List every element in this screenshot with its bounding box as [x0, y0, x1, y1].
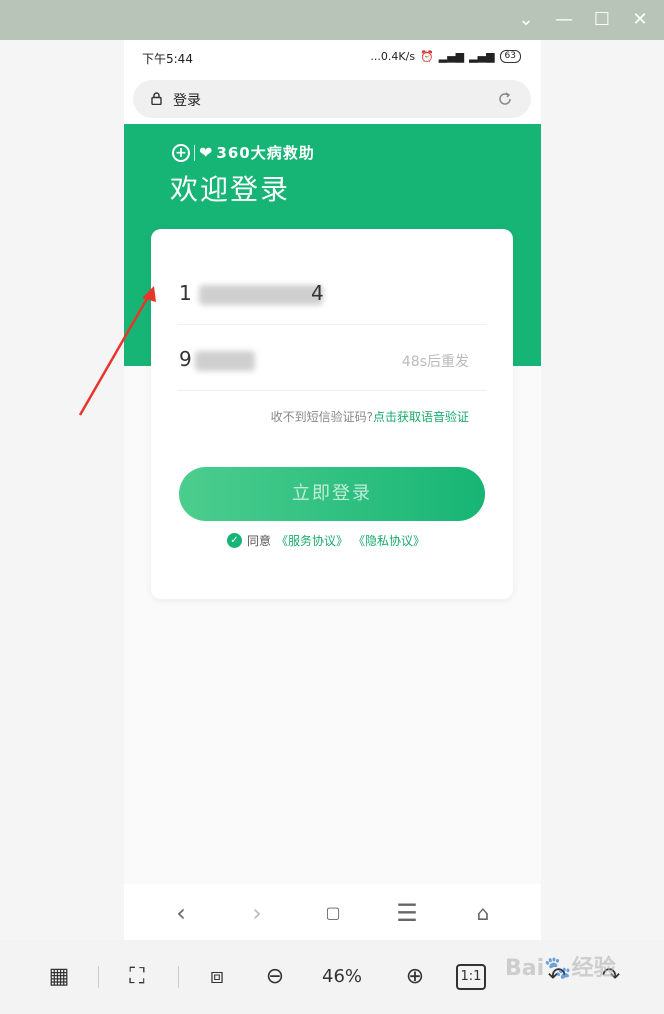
- watermark: Bai🐾经验: [505, 956, 616, 981]
- phone-field[interactable]: 1 4: [177, 259, 487, 325]
- service-agreement-link[interactable]: 《服务协议》: [276, 532, 348, 549]
- brand-logo: + ❤ 360大病救助: [172, 142, 315, 163]
- blurred-phone-digits: [199, 285, 323, 305]
- phone-screenshot: 下午5:44 ...0.4K/s ⏰ ▂▄▆ ▂▄▆ 63 登录 + ❤ 360…: [124, 40, 541, 942]
- heart-icon: ❤: [199, 143, 213, 162]
- agreement-row: ✓ 同意 《服务协议》 《隐私协议》: [227, 532, 425, 549]
- privacy-agreement-link[interactable]: 《隐私协议》: [353, 532, 425, 549]
- page-title: 欢迎登录: [170, 173, 291, 206]
- fit-window-icon[interactable]: ⧈: [200, 960, 234, 994]
- close-button[interactable]: ✕: [626, 6, 654, 34]
- code-value: 9: [179, 347, 193, 371]
- plus-icon: +: [172, 143, 190, 162]
- voice-code-link[interactable]: 点击获取语音验证: [373, 410, 469, 424]
- zoom-in-icon[interactable]: ⊕: [398, 960, 432, 994]
- blurred-code-digits: [195, 351, 255, 371]
- toolbar-divider: [178, 966, 179, 988]
- status-indicators: ...0.4K/s ⏰ ▂▄▆ ▂▄▆ 63: [370, 50, 521, 63]
- actual-size-button[interactable]: 1:1: [456, 964, 486, 990]
- annotation-arrow: [78, 286, 156, 416]
- menu-icon[interactable]: ☰: [392, 898, 422, 928]
- battery-icon: 63: [499, 50, 521, 63]
- url-bar-container: 登录: [124, 76, 541, 124]
- signal-icon: ▂▄▆: [438, 50, 465, 63]
- layout-icon[interactable]: ▦: [42, 960, 76, 994]
- network-speed: ...0.4K/s: [370, 50, 416, 63]
- check-icon[interactable]: ✓: [227, 533, 242, 548]
- status-bar: 下午5:44 ...0.4K/s ⏰ ▂▄▆ ▂▄▆ 63: [124, 40, 541, 76]
- home-icon[interactable]: ⌂: [468, 898, 498, 928]
- lock-icon: [151, 92, 162, 105]
- zoom-out-icon[interactable]: ⊖: [258, 960, 292, 994]
- status-time: 下午5:44: [142, 52, 193, 66]
- crop-icon[interactable]: ⛶: [120, 960, 154, 994]
- agree-label: 同意: [247, 534, 272, 548]
- forward-icon[interactable]: ›: [242, 898, 272, 928]
- tabs-icon[interactable]: ▢: [318, 898, 348, 928]
- url-bar[interactable]: 登录: [133, 80, 531, 118]
- toolbar-divider: [98, 966, 99, 988]
- minimize-button[interactable]: —: [550, 6, 578, 34]
- viewer-titlebar: ⌄ — ☐ ✕: [0, 0, 664, 40]
- login-card: 1 4 9 48s后重发 收不到短信验证码?点击获取语音验证 立即登录 ✓ 同意…: [151, 229, 513, 599]
- voice-code-hint: 收不到短信验证码?点击获取语音验证: [271, 408, 469, 425]
- alarm-icon: ⏰: [420, 50, 434, 63]
- chevron-down-icon[interactable]: ⌄: [512, 6, 540, 34]
- code-field[interactable]: 9 48s后重发: [177, 325, 487, 391]
- phone-value: 1: [179, 281, 193, 305]
- logo-divider: [194, 144, 195, 161]
- login-button[interactable]: 立即登录: [179, 467, 485, 521]
- logo-text: 360大病救助: [216, 144, 315, 162]
- signal-icon-2: ▂▄▆: [469, 50, 495, 63]
- maximize-button[interactable]: ☐: [588, 6, 616, 34]
- phone-value-tail: 4: [311, 281, 325, 305]
- reload-icon[interactable]: [497, 91, 513, 107]
- resend-countdown: 48s后重发: [401, 354, 469, 370]
- browser-bottom-nav: ‹ › ▢ ☰ ⌂: [124, 884, 541, 942]
- paw-icon: 🐾: [544, 956, 572, 981]
- url-text: 登录: [173, 93, 201, 109]
- zoom-level: 46%: [322, 966, 363, 987]
- back-icon[interactable]: ‹: [166, 898, 196, 928]
- hint-prefix: 收不到短信验证码?: [270, 410, 373, 424]
